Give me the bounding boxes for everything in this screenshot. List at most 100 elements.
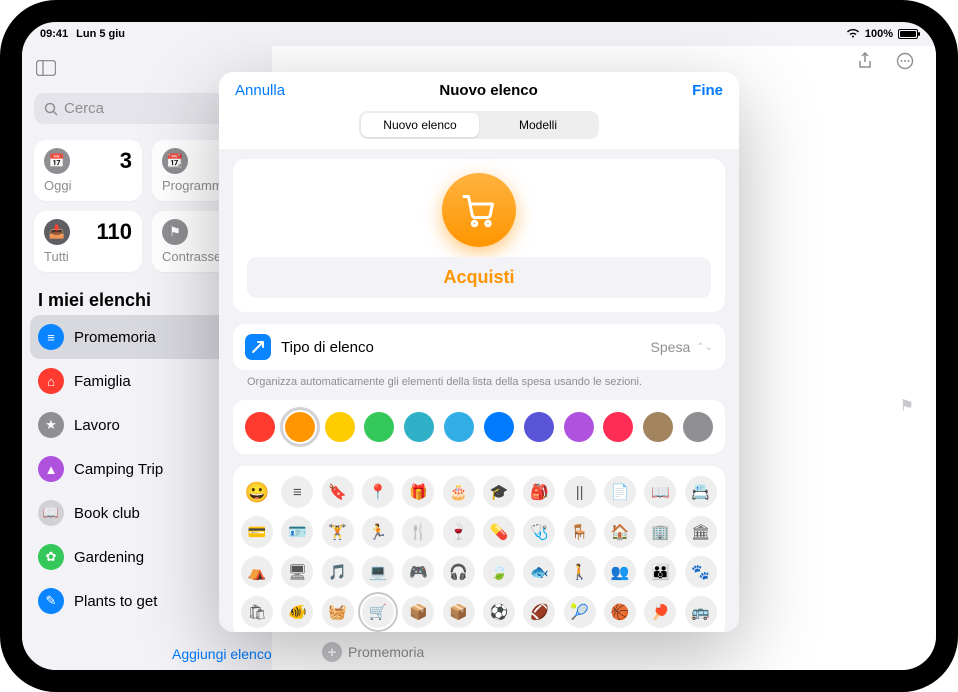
list-type-row[interactable]: Tipo di elenco Spesa ⌃⌄ bbox=[233, 324, 725, 370]
plant-icon: ✎ bbox=[38, 588, 64, 614]
icon-option[interactable]: 🍴 bbox=[402, 516, 434, 548]
icon-option[interactable]: 📦 bbox=[443, 596, 475, 628]
icon-option[interactable]: 🐾 bbox=[685, 556, 717, 588]
search-placeholder: Cerca bbox=[64, 100, 104, 117]
icon-option[interactable]: 📄 bbox=[604, 476, 636, 508]
icon-option[interactable]: ⚽ bbox=[483, 596, 515, 628]
icon-option[interactable]: 🏃 bbox=[362, 516, 394, 548]
status-date: Lun 5 giu bbox=[76, 28, 125, 40]
icon-option[interactable]: 🚌 bbox=[685, 596, 717, 628]
plus-icon: + bbox=[322, 642, 342, 662]
icon-option[interactable]: 🏢 bbox=[644, 516, 676, 548]
icon-option[interactable]: ≡ bbox=[281, 476, 313, 508]
color-swatch[interactable] bbox=[643, 412, 673, 442]
color-swatch[interactable] bbox=[484, 412, 514, 442]
color-swatch[interactable] bbox=[444, 412, 474, 442]
icon-option[interactable]: 🚶 bbox=[564, 556, 596, 588]
icon-option[interactable]: 🎾 bbox=[564, 596, 596, 628]
icon-option[interactable]: 🛒 bbox=[362, 596, 394, 628]
icon-option[interactable]: 📇 bbox=[685, 476, 717, 508]
icon-option[interactable]: 🔖 bbox=[322, 476, 354, 508]
icon-option[interactable]: 🏀 bbox=[604, 596, 636, 628]
flag-icon: ⚑ bbox=[900, 396, 914, 416]
icon-option[interactable]: 💊 bbox=[483, 516, 515, 548]
house-icon: ⌂ bbox=[38, 368, 64, 394]
inbox-icon: 📥 bbox=[44, 219, 70, 245]
icon-option[interactable]: 🏛 bbox=[685, 516, 717, 548]
color-swatch[interactable] bbox=[683, 412, 713, 442]
icon-option[interactable]: 📖 bbox=[644, 476, 676, 508]
icon-option[interactable]: 🧺 bbox=[322, 596, 354, 628]
new-list-modal: Annulla Nuovo elenco Fine Nuovo elenco M… bbox=[219, 72, 739, 632]
color-swatch[interactable] bbox=[364, 412, 394, 442]
list-name-input[interactable]: Acquisti bbox=[247, 257, 711, 298]
wifi-icon bbox=[846, 28, 860, 41]
flag-icon: ⚑ bbox=[162, 219, 188, 245]
icon-option[interactable]: 📦 bbox=[402, 596, 434, 628]
calendar-icon: 📅 bbox=[44, 148, 70, 174]
icon-picker: 😀≡ 🔖📍🎁 🎂🎓🎒 ||📄📖 📇 💳🪪 🏋🏃🍴 🍷💊🩺 🪑🏠🏢 🏛 ⛺🖥 🎵💻🎮 🎧🍃🐟 🚶👥👪 🐾 🛍🐠 🧺… bbox=[241, 476, 717, 628]
icon-option[interactable]: 🖥 bbox=[281, 556, 313, 588]
icon-option[interactable]: 🪑 bbox=[564, 516, 596, 548]
icon-option[interactable]: 🛍 bbox=[241, 596, 273, 628]
smart-today[interactable]: 📅 3 Oggi bbox=[34, 140, 142, 201]
smart-all[interactable]: 📥 110 Tutti bbox=[34, 211, 142, 272]
icon-option[interactable]: 💳 bbox=[241, 516, 273, 548]
icon-option[interactable]: 🎮 bbox=[402, 556, 434, 588]
icon-option[interactable]: 🩺 bbox=[523, 516, 555, 548]
icon-option[interactable]: 🐠 bbox=[281, 596, 313, 628]
icon-option[interactable]: ⛺ bbox=[241, 556, 273, 588]
icon-option[interactable]: 🎂 bbox=[443, 476, 475, 508]
icon-option[interactable]: 😀 bbox=[241, 476, 273, 508]
sidebar-toggle-icon[interactable] bbox=[36, 60, 56, 81]
icon-option[interactable]: || bbox=[564, 476, 596, 508]
icon-option[interactable]: 🎵 bbox=[322, 556, 354, 588]
icon-option[interactable]: 🪪 bbox=[281, 516, 313, 548]
share-icon[interactable] bbox=[856, 52, 874, 75]
icon-option[interactable]: 📍 bbox=[362, 476, 394, 508]
leaf-icon: ✿ bbox=[38, 544, 64, 570]
segmented-control[interactable]: Nuovo elenco Modelli bbox=[359, 111, 599, 139]
color-swatch[interactable] bbox=[603, 412, 633, 442]
color-picker bbox=[233, 400, 725, 454]
icon-option[interactable]: 🏠 bbox=[604, 516, 636, 548]
status-time: 09:41 bbox=[40, 28, 68, 40]
icon-option[interactable]: 🎁 bbox=[402, 476, 434, 508]
tab-new-list[interactable]: Nuovo elenco bbox=[361, 113, 479, 137]
list-type-value: Spesa ⌃⌄ bbox=[651, 339, 713, 355]
icon-option[interactable]: 🍷 bbox=[443, 516, 475, 548]
color-swatch[interactable] bbox=[325, 412, 355, 442]
icon-option[interactable]: 👥 bbox=[604, 556, 636, 588]
tent-icon: ▲ bbox=[38, 456, 64, 482]
icon-option[interactable]: 🐟 bbox=[523, 556, 555, 588]
tab-templates[interactable]: Modelli bbox=[479, 113, 597, 137]
cancel-button[interactable]: Annulla bbox=[235, 82, 285, 99]
list-type-hint: Organizza automaticamente gli elementi d… bbox=[247, 376, 711, 388]
color-swatch[interactable] bbox=[285, 412, 315, 442]
color-swatch[interactable] bbox=[524, 412, 554, 442]
icon-option[interactable]: 🏈 bbox=[523, 596, 555, 628]
icon-option[interactable]: 🏓 bbox=[644, 596, 676, 628]
icon-option[interactable]: 🎧 bbox=[443, 556, 475, 588]
icon-option[interactable]: 🎒 bbox=[523, 476, 555, 508]
color-swatch[interactable] bbox=[404, 412, 434, 442]
more-icon[interactable] bbox=[896, 52, 914, 75]
list-preview-icon bbox=[442, 173, 516, 247]
color-swatch[interactable] bbox=[564, 412, 594, 442]
icon-option[interactable]: 🍃 bbox=[483, 556, 515, 588]
icon-option[interactable]: 🏋 bbox=[322, 516, 354, 548]
list-icon: ≡ bbox=[38, 324, 64, 350]
add-list-button[interactable]: Aggiungi elenco bbox=[172, 646, 272, 662]
scheduled-icon: 📆 bbox=[162, 148, 188, 174]
status-bar: 09:41 Lun 5 giu 100% bbox=[22, 22, 936, 42]
list-type-label: Tipo di elenco bbox=[281, 339, 641, 356]
chevron-updown-icon: ⌃⌄ bbox=[696, 342, 713, 353]
color-swatch[interactable] bbox=[245, 412, 275, 442]
done-button[interactable]: Fine bbox=[692, 82, 723, 99]
add-reminder-button[interactable]: + Promemoria bbox=[322, 642, 424, 662]
icon-option[interactable]: 🎓 bbox=[483, 476, 515, 508]
icon-option[interactable]: 💻 bbox=[362, 556, 394, 588]
modal-title: Nuovo elenco bbox=[439, 82, 537, 99]
icon-option[interactable]: 👪 bbox=[644, 556, 676, 588]
battery-icon bbox=[898, 29, 918, 39]
